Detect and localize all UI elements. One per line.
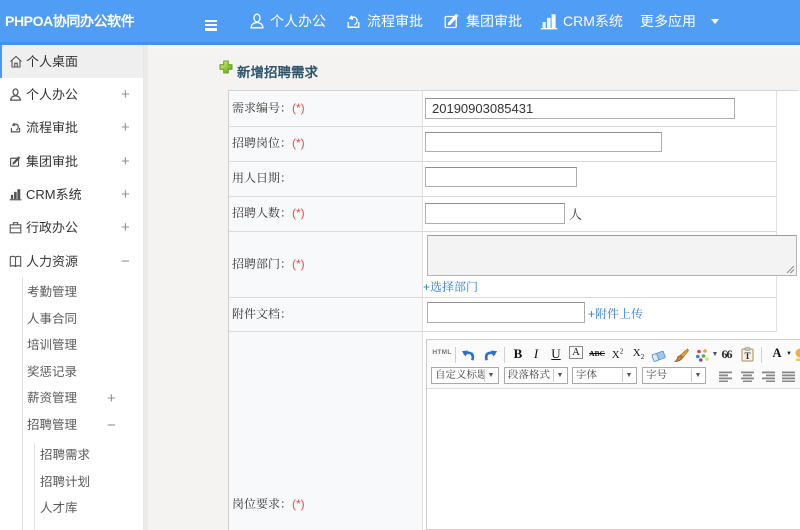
- svg-text:T: T: [744, 351, 750, 361]
